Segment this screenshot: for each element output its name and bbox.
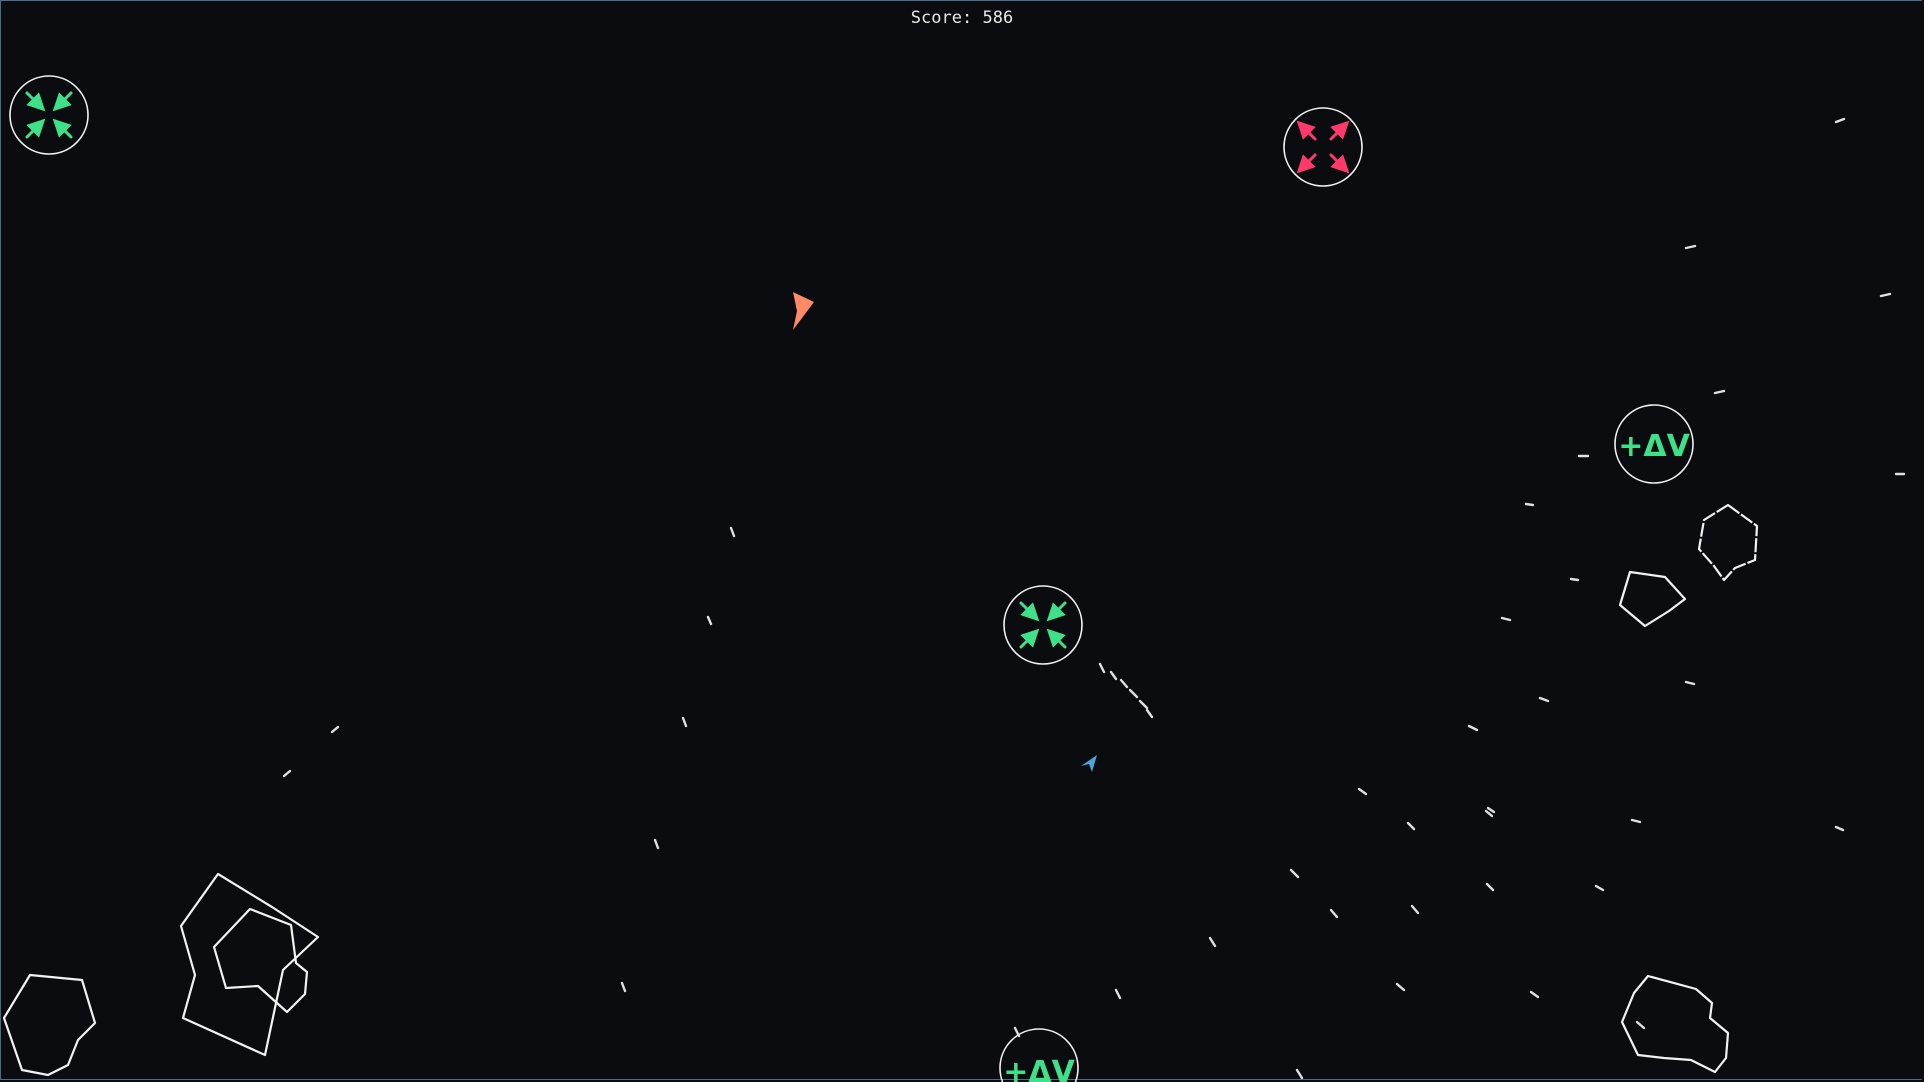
game-canvas[interactable]: +ΔV +ΔV — [0, 0, 1924, 1082]
bullet — [1395, 982, 1406, 992]
bullet — [1013, 1026, 1021, 1038]
bullet — [681, 716, 688, 728]
bullets-layer — [282, 117, 1906, 1080]
bullet — [1684, 244, 1697, 250]
powerup-delta-v: +ΔV — [1614, 404, 1694, 484]
bullet — [1834, 825, 1845, 832]
enemy-ship — [793, 292, 814, 330]
bullet — [706, 615, 713, 626]
score-label: Score: — [910, 8, 973, 28]
bullet — [1630, 818, 1642, 824]
bullet — [1879, 292, 1892, 298]
asteroid — [1697, 503, 1759, 582]
bullet — [330, 725, 340, 734]
shrink-arrows-icon — [1019, 601, 1067, 649]
bullet — [729, 526, 736, 538]
powerup-shrink — [1003, 585, 1083, 665]
expand-arrows-icon — [1296, 120, 1350, 174]
delta-v-label: +ΔV — [1618, 429, 1690, 464]
bullet — [1128, 688, 1139, 699]
bullet — [1109, 670, 1118, 681]
player-ship — [1081, 755, 1097, 772]
bullet — [1138, 699, 1149, 710]
bullet — [1500, 616, 1512, 622]
bullet — [1114, 988, 1122, 1000]
bullet — [1484, 809, 1494, 818]
shrink-arrows-icon — [25, 91, 73, 139]
bullet — [1486, 806, 1496, 814]
bullet — [1467, 724, 1479, 732]
bullet — [1410, 904, 1420, 915]
bullet — [1529, 990, 1540, 999]
delta-v-label: +ΔV — [1003, 1055, 1075, 1082]
bullet — [1834, 117, 1846, 124]
bullet — [620, 981, 627, 993]
bullet — [1524, 502, 1535, 507]
bullet — [1569, 577, 1580, 582]
asteroid — [2, 973, 97, 1077]
bullet — [282, 769, 292, 778]
bullet — [1289, 868, 1300, 879]
powerup-expand — [1283, 107, 1363, 187]
powerup-delta-v: +ΔV — [999, 1028, 1079, 1082]
bullet — [1098, 662, 1106, 674]
bullet — [1208, 936, 1217, 948]
bullet — [1635, 1020, 1646, 1030]
bullet — [1329, 908, 1339, 919]
score-value: 586 — [982, 8, 1014, 28]
bullet — [1357, 787, 1368, 796]
bullet — [1406, 821, 1416, 831]
bullet — [1538, 696, 1550, 703]
bullet — [1713, 389, 1726, 395]
powerup-shrink — [9, 75, 89, 155]
bullet — [1119, 678, 1129, 689]
bullet — [1594, 884, 1605, 892]
bullet — [653, 838, 660, 850]
bullet — [1295, 1068, 1304, 1080]
score-display: Score: 586 — [0, 8, 1924, 28]
bullet — [1684, 680, 1696, 686]
bullet — [1145, 708, 1154, 719]
asteroid — [1618, 570, 1687, 628]
bullet — [1485, 882, 1495, 892]
